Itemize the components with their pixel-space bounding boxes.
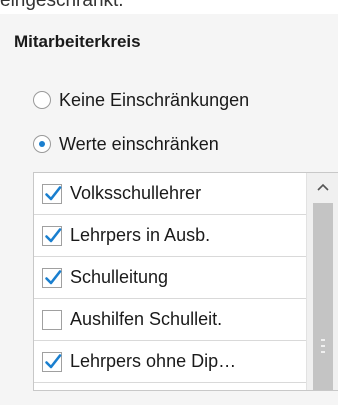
panel-title: Mitarbeiterkreis xyxy=(14,32,141,51)
radio-option-restrict-values[interactable]: Werte einschränken xyxy=(33,132,219,156)
truncated-header: eingeschränkt. xyxy=(0,0,338,14)
list-item[interactable]: Lehrpers ohne Dip… xyxy=(34,341,306,383)
checkbox[interactable] xyxy=(42,225,62,246)
radio-button[interactable] xyxy=(33,91,51,109)
values-list: Volksschullehrer Lehrpers in Ausb. Schul… xyxy=(33,172,338,391)
list-item[interactable]: Lehrpers in Ausb. xyxy=(34,215,306,257)
vertical-scrollbar[interactable] xyxy=(306,173,338,390)
item-label: Schulleitung xyxy=(70,267,169,287)
scroll-thumb[interactable] xyxy=(313,203,333,390)
list-item[interactable]: Aushilfen Schulleit. xyxy=(34,299,306,341)
checkbox[interactable] xyxy=(42,351,62,372)
radio-label: Keine Einschränkungen xyxy=(59,89,250,110)
scroll-up-button[interactable] xyxy=(307,173,338,201)
list-item[interactable]: Schulleitung xyxy=(34,257,306,299)
radio-label: Werte einschränken xyxy=(59,133,219,154)
header-text: eingeschränkt. xyxy=(0,0,124,11)
checkbox[interactable] xyxy=(42,183,62,204)
item-label: Lehrpers ohne Dip… xyxy=(70,351,237,371)
item-label: Aushilfen Schulleit. xyxy=(70,309,223,329)
checkmark-icon xyxy=(45,185,62,200)
grip-icon xyxy=(321,339,325,353)
radio-option-no-restrictions[interactable]: Keine Einschränkungen xyxy=(33,88,249,112)
radio-button-selected[interactable] xyxy=(33,135,51,153)
checkbox[interactable] xyxy=(42,267,62,288)
chevron-up-icon xyxy=(317,183,329,191)
item-label: Lehrpers in Ausb. xyxy=(70,225,211,245)
item-label: Volksschullehrer xyxy=(70,183,202,203)
checkmark-icon xyxy=(45,227,62,242)
checkmark-icon xyxy=(45,269,62,284)
checkmark-icon xyxy=(45,353,62,368)
checkbox[interactable] xyxy=(42,309,62,330)
list-item[interactable]: Volksschullehrer xyxy=(34,173,306,215)
